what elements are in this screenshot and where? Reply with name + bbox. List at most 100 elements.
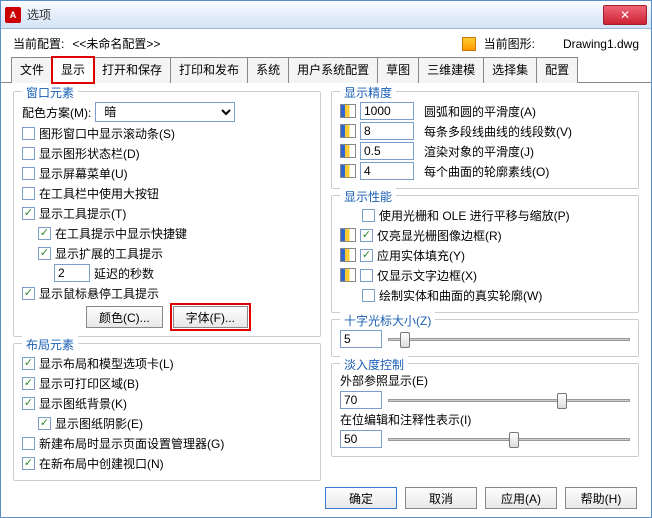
le-item-4-label: 新建布局时显示页面设置管理器(G) (39, 435, 224, 452)
we-item-6-label: 显示扩展的工具提示 (55, 245, 163, 262)
tab-3d[interactable]: 三维建模 (418, 57, 484, 83)
perf-label-1: 仅亮显光栅图像边框(R) (377, 227, 502, 244)
le-item-5-label: 在新布局中创建视口(N) (39, 455, 164, 472)
le-item-4-checkbox[interactable] (22, 437, 35, 450)
we-item-2-checkbox[interactable] (22, 167, 35, 180)
we-item-0-checkbox[interactable] (22, 127, 35, 140)
le-item-2-checkbox[interactable] (22, 397, 35, 410)
group-title: 淡入度控制 (340, 356, 408, 373)
we-item-5-label: 在工具提示中显示快捷键 (55, 225, 187, 242)
drawing-var-icon (340, 144, 356, 158)
options-dialog: A 选项 ✕ 当前配置: <<未命名配置>> 当前图形: Drawing1.dw… (0, 0, 652, 518)
tab-display[interactable]: 显示 (52, 57, 94, 83)
group-title: 布局元素 (22, 336, 78, 353)
apply-button[interactable]: 应用(A) (485, 487, 557, 509)
crosshair-slider[interactable] (388, 330, 630, 348)
we-item-1-checkbox[interactable] (22, 147, 35, 160)
precision-label-1: 每条多段线曲线的线段数(V) (424, 123, 572, 140)
tab-open-save[interactable]: 打开和保存 (93, 57, 171, 83)
xref-fade-slider[interactable] (388, 391, 630, 409)
we-item-4-label: 显示工具提示(T) (39, 205, 126, 222)
we-item-6-checkbox[interactable] (38, 247, 51, 260)
color-button[interactable]: 颜色(C)... (86, 306, 163, 328)
tab-system[interactable]: 系统 (247, 57, 289, 83)
drawing-var-icon (340, 164, 356, 178)
perf-label-0: 使用光栅和 OLE 进行平移与缩放(P) (379, 207, 570, 224)
current-drawing-value: Drawing1.dwg (563, 37, 639, 51)
drawing-var-icon (340, 104, 356, 118)
perf-label-2: 应用实体填充(Y) (377, 247, 465, 264)
perf-label-3: 仅显示文字边框(X) (377, 267, 477, 284)
we-item-5-checkbox[interactable] (38, 227, 51, 240)
perf-checkbox-1[interactable] (360, 229, 373, 242)
tab-file[interactable]: 文件 (11, 57, 53, 83)
perf-checkbox-3[interactable] (360, 269, 373, 282)
we-item-2-label: 显示屏幕菜单(U) (39, 165, 128, 182)
precision-input-2[interactable] (360, 142, 414, 160)
le-item-3-checkbox[interactable] (38, 417, 51, 430)
precision-label-0: 圆弧和圆的平滑度(A) (424, 103, 536, 120)
drawing-var-icon (340, 124, 356, 138)
hover-tooltip-label: 显示鼠标悬停工具提示 (39, 285, 159, 302)
font-button[interactable]: 字体(F)... (173, 306, 248, 328)
right-column: 显示精度 圆弧和圆的平滑度(A)每条多段线曲线的线段数(V)渲染对象的平滑度(J… (331, 91, 639, 481)
tab-draft[interactable]: 草图 (377, 57, 419, 83)
drawing-var-icon (340, 228, 356, 242)
help-button[interactable]: 帮助(H) (565, 487, 637, 509)
group-title: 十字光标大小(Z) (340, 312, 435, 329)
inplace-fade-input[interactable] (340, 430, 382, 448)
inplace-fade-label: 在位编辑和注释性表示(I) (340, 411, 630, 428)
perf-checkbox-4[interactable] (362, 289, 375, 302)
precision-label-2: 渲染对象的平滑度(J) (424, 143, 534, 160)
config-info-row: 当前配置: <<未命名配置>> 当前图形: Drawing1.dwg (1, 29, 651, 56)
tab-user[interactable]: 用户系统配置 (288, 57, 378, 83)
current-drawing-label: 当前图形: (484, 35, 535, 52)
le-item-0-checkbox[interactable] (22, 357, 35, 370)
perf-checkbox-2[interactable] (360, 249, 373, 262)
tab-plot[interactable]: 打印和发布 (170, 57, 248, 83)
hover-tooltip-checkbox[interactable] (22, 287, 35, 300)
cancel-button[interactable]: 取消 (405, 487, 477, 509)
drawing-var-icon (340, 248, 356, 262)
le-item-0-label: 显示布局和模型选项卡(L) (39, 355, 174, 372)
window-elements-group: 窗口元素 配色方案(M): 暗 图形窗口中显示滚动条(S)显示图形状态栏(D)显… (13, 91, 321, 337)
layout-elements-group: 布局元素 显示布局和模型选项卡(L)显示可打印区域(B)显示图纸背景(K)显示图… (13, 343, 321, 481)
tab-select[interactable]: 选择集 (483, 57, 537, 83)
window-title: 选项 (27, 6, 603, 23)
tab-profile[interactable]: 配置 (536, 57, 578, 83)
footer: 确定 取消 应用(A) 帮助(H) (325, 487, 637, 509)
perf-label-4: 绘制实体和曲面的真实轮廓(W) (379, 287, 542, 304)
crosshair-group: 十字光标大小(Z) (331, 319, 639, 357)
perf-checkbox-0[interactable] (362, 209, 375, 222)
palette-label: 配色方案(M): (22, 104, 91, 121)
precision-input-1[interactable] (360, 122, 414, 140)
le-item-5-checkbox[interactable] (22, 457, 35, 470)
we-item-1-label: 显示图形状态栏(D) (39, 145, 140, 162)
titlebar: A 选项 ✕ (1, 1, 651, 29)
ok-button[interactable]: 确定 (325, 487, 397, 509)
current-config-value: <<未命名配置>> (72, 35, 160, 52)
delay-seconds-input[interactable] (54, 264, 90, 282)
le-item-3-label: 显示图纸阴影(E) (55, 415, 143, 432)
we-item-4-checkbox[interactable] (22, 207, 35, 220)
delay-seconds-label: 延迟的秒数 (94, 265, 154, 282)
inplace-fade-slider[interactable] (388, 430, 630, 448)
group-title: 窗口元素 (22, 84, 78, 101)
crosshair-size-input[interactable] (340, 330, 382, 348)
palette-select[interactable]: 暗 (95, 102, 235, 122)
display-performance-group: 显示性能 使用光栅和 OLE 进行平移与缩放(P)仅亮显光栅图像边框(R)应用实… (331, 195, 639, 313)
le-item-2-label: 显示图纸背景(K) (39, 395, 127, 412)
precision-input-0[interactable] (360, 102, 414, 120)
display-precision-group: 显示精度 圆弧和圆的平滑度(A)每条多段线曲线的线段数(V)渲染对象的平滑度(J… (331, 91, 639, 189)
precision-input-3[interactable] (360, 162, 414, 180)
xref-fade-input[interactable] (340, 391, 382, 409)
close-button[interactable]: ✕ (603, 5, 647, 25)
tabs: 文件 显示 打开和保存 打印和发布 系统 用户系统配置 草图 三维建模 选择集 … (1, 56, 651, 83)
group-title: 显示性能 (340, 188, 396, 205)
we-item-3-checkbox[interactable] (22, 187, 35, 200)
group-title: 显示精度 (340, 84, 396, 101)
left-column: 窗口元素 配色方案(M): 暗 图形窗口中显示滚动条(S)显示图形状态栏(D)显… (13, 91, 321, 481)
current-config-label: 当前配置: (13, 35, 64, 52)
we-item-3-label: 在工具栏中使用大按钮 (39, 185, 159, 202)
le-item-1-checkbox[interactable] (22, 377, 35, 390)
